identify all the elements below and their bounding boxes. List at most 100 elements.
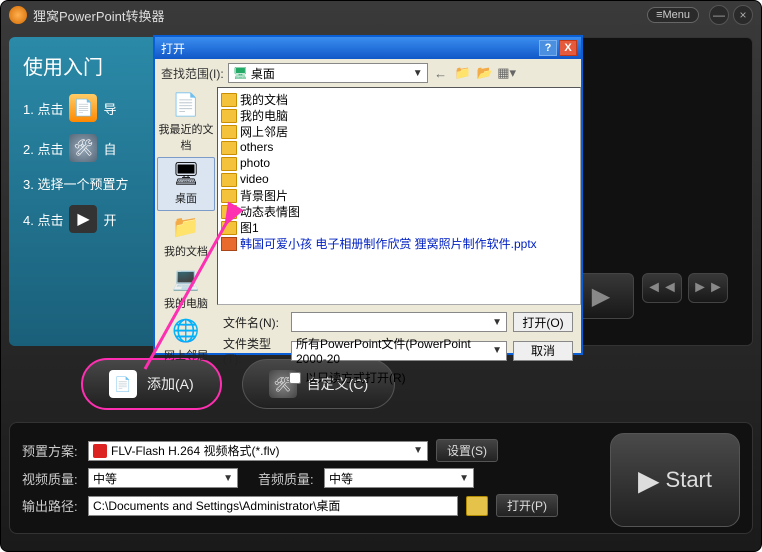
folder-icon [221, 173, 237, 187]
dialog-open-button[interactable]: 打开(O) [513, 312, 573, 332]
file-item-label: photo [240, 156, 270, 170]
dialog-bottom: 文件名(N): ▼ 打开(O) 文件类型(T): 所有PowerPoint文件(… [155, 305, 581, 395]
lookin-value: 桌面 [251, 65, 275, 82]
preset-select[interactable]: FLV-Flash H.264 视频格式(*.flv) ▼ [88, 441, 428, 461]
audio-quality-label: 音频质量: [258, 469, 316, 488]
video-quality-label: 视频质量: [22, 469, 80, 488]
file-item-label: 动态表情图 [240, 203, 300, 220]
filename-label: 文件名(N): [223, 314, 285, 331]
output-path-value: C:\Documents and Settings\Administrator\… [93, 497, 340, 514]
file-list-item[interactable]: photo [221, 155, 577, 171]
places-bar: 📄 我最近的文档 🖥 桌面 📁 我的文档 💻 我的电脑 🌐 网上邻 [155, 87, 217, 305]
close-button[interactable]: × [733, 5, 753, 25]
folder-icon [221, 109, 237, 123]
file-item-label: 网上邻居 [240, 123, 288, 140]
ppt-file-icon [221, 237, 237, 251]
recent-docs-icon: 📄 [170, 91, 202, 119]
filename-input[interactable]: ▼ [291, 312, 507, 332]
video-quality-value: 中等 [93, 470, 117, 487]
file-item-label: 图1 [240, 219, 259, 236]
preset-label: 预置方案: [22, 441, 80, 460]
file-item-label: 背景图片 [240, 187, 288, 204]
open-output-button[interactable]: 打开(P) [496, 494, 558, 517]
file-item-label: 我的电脑 [240, 107, 288, 124]
step2-suffix: 自 [103, 139, 116, 158]
step1-prefix: 1. 点击 [23, 99, 63, 118]
folder-icon [221, 125, 237, 139]
file-list-item[interactable]: others [221, 139, 577, 155]
play-icon: ▶ [69, 205, 97, 233]
folder-icon [221, 157, 237, 171]
file-list-item[interactable]: 动态表情图 [221, 203, 577, 219]
play-controls: ▶ ◄◄ ►► [568, 273, 728, 319]
dialog-toolbar: 查找范围(I): 🖥桌面 ▼ ← 📁 📂 ▦▾ [155, 59, 581, 87]
dialog-title: 打开 [159, 40, 537, 57]
audio-quality-select[interactable]: 中等 ▼ [324, 468, 474, 488]
file-item-label: 韩国可爱小孩 电子相册制作欣赏 狸窝照片制作软件.pptx [240, 235, 537, 252]
step4-prefix: 4. 点击 [23, 210, 63, 229]
file-item-label: others [240, 140, 273, 154]
readonly-label: 以只读方式打开(R) [305, 369, 406, 386]
chevron-down-icon: ▼ [492, 317, 502, 328]
audio-quality-value: 中等 [329, 470, 353, 487]
minimize-button[interactable]: — [709, 5, 729, 25]
folder-icon [221, 93, 237, 107]
lookin-label: 查找范围(I): [161, 65, 224, 82]
app-window: 狸窝PowerPoint转换器 ≡Menu — × 使用入门 1. 点击 📄 导… [0, 0, 762, 552]
dialog-close-button[interactable]: X [559, 40, 577, 56]
start-button[interactable]: ▶ Start [610, 433, 740, 527]
chevron-down-icon: ▼ [413, 445, 423, 456]
network-icon: 🌐 [170, 317, 202, 345]
lookin-select[interactable]: 🖥桌面 ▼ [228, 63, 428, 83]
file-list-item[interactable]: video [221, 171, 577, 187]
file-list-item[interactable]: 图1 [221, 219, 577, 235]
settings-button[interactable]: 设置(S) [436, 439, 498, 462]
tools-icon: 🛠 [69, 134, 97, 162]
step1-suffix: 导 [103, 99, 116, 118]
step2-prefix: 2. 点击 [23, 139, 63, 158]
filetype-label: 文件类型(T): [223, 335, 285, 366]
new-folder-icon[interactable]: 📂 [476, 64, 494, 82]
chevron-down-icon: ▼ [413, 68, 423, 79]
file-list[interactable]: 我的文档我的电脑网上邻居others photovideo背景图片动态表情图图1韩… [217, 87, 581, 305]
file-list-item[interactable]: 韩国可爱小孩 电子相册制作欣赏 狸窝照片制作软件.pptx [221, 235, 577, 251]
file-item-label: 我的文档 [240, 91, 288, 108]
up-icon[interactable]: 📁 [454, 64, 472, 82]
back-icon[interactable]: ← [432, 64, 450, 82]
chevron-down-icon: ▼ [459, 473, 469, 484]
readonly-checkbox[interactable] [289, 372, 301, 384]
step4-suffix: 开 [103, 210, 116, 229]
video-quality-select[interactable]: 中等 ▼ [88, 468, 238, 488]
place-desktop[interactable]: 🖥 桌面 [157, 157, 215, 211]
file-list-item[interactable]: 我的电脑 [221, 107, 577, 123]
output-path-input[interactable]: C:\Documents and Settings\Administrator\… [88, 496, 458, 516]
file-list-item[interactable]: 网上邻居 [221, 123, 577, 139]
dialog-titlebar[interactable]: 打开 ? X [155, 37, 581, 59]
filetype-select[interactable]: 所有PowerPoint文件(PowerPoint 2000-20▼ [291, 341, 507, 361]
file-list-item[interactable]: 背景图片 [221, 187, 577, 203]
ppt-add-icon: 📄 [69, 94, 97, 122]
next-button[interactable]: ►► [688, 273, 728, 303]
folder-icon [221, 141, 237, 155]
view-menu-icon[interactable]: ▦▾ [498, 64, 516, 82]
place-network[interactable]: 🌐 网上邻居 [157, 315, 215, 367]
place-mydocs[interactable]: 📁 我的文档 [157, 211, 215, 263]
place-recent[interactable]: 📄 我最近的文档 [157, 89, 215, 157]
folder-icon [221, 205, 237, 219]
dialog-cancel-button[interactable]: 取消 [513, 341, 573, 361]
browse-folder-button[interactable] [466, 496, 488, 516]
desktop-place-icon: 🖥 [170, 160, 202, 188]
chevron-down-icon: ▼ [223, 473, 233, 484]
file-list-item[interactable]: 我的文档 [221, 91, 577, 107]
prev-button[interactable]: ◄◄ [642, 273, 682, 303]
file-open-dialog: 打开 ? X 查找范围(I): 🖥桌面 ▼ ← 📁 📂 ▦▾ 📄 我最近的文档 [153, 35, 583, 355]
output-path-label: 输出路径: [22, 496, 80, 515]
preset-value: FLV-Flash H.264 视频格式(*.flv) [111, 442, 279, 459]
help-button[interactable]: ? [539, 40, 557, 56]
menu-button[interactable]: ≡Menu [647, 7, 699, 23]
chevron-down-icon: ▼ [492, 345, 502, 356]
start-label: Start [666, 467, 712, 493]
app-title: 狸窝PowerPoint转换器 [33, 6, 164, 25]
place-mycomputer[interactable]: 💻 我的电脑 [157, 263, 215, 315]
app-logo-icon [9, 6, 27, 24]
